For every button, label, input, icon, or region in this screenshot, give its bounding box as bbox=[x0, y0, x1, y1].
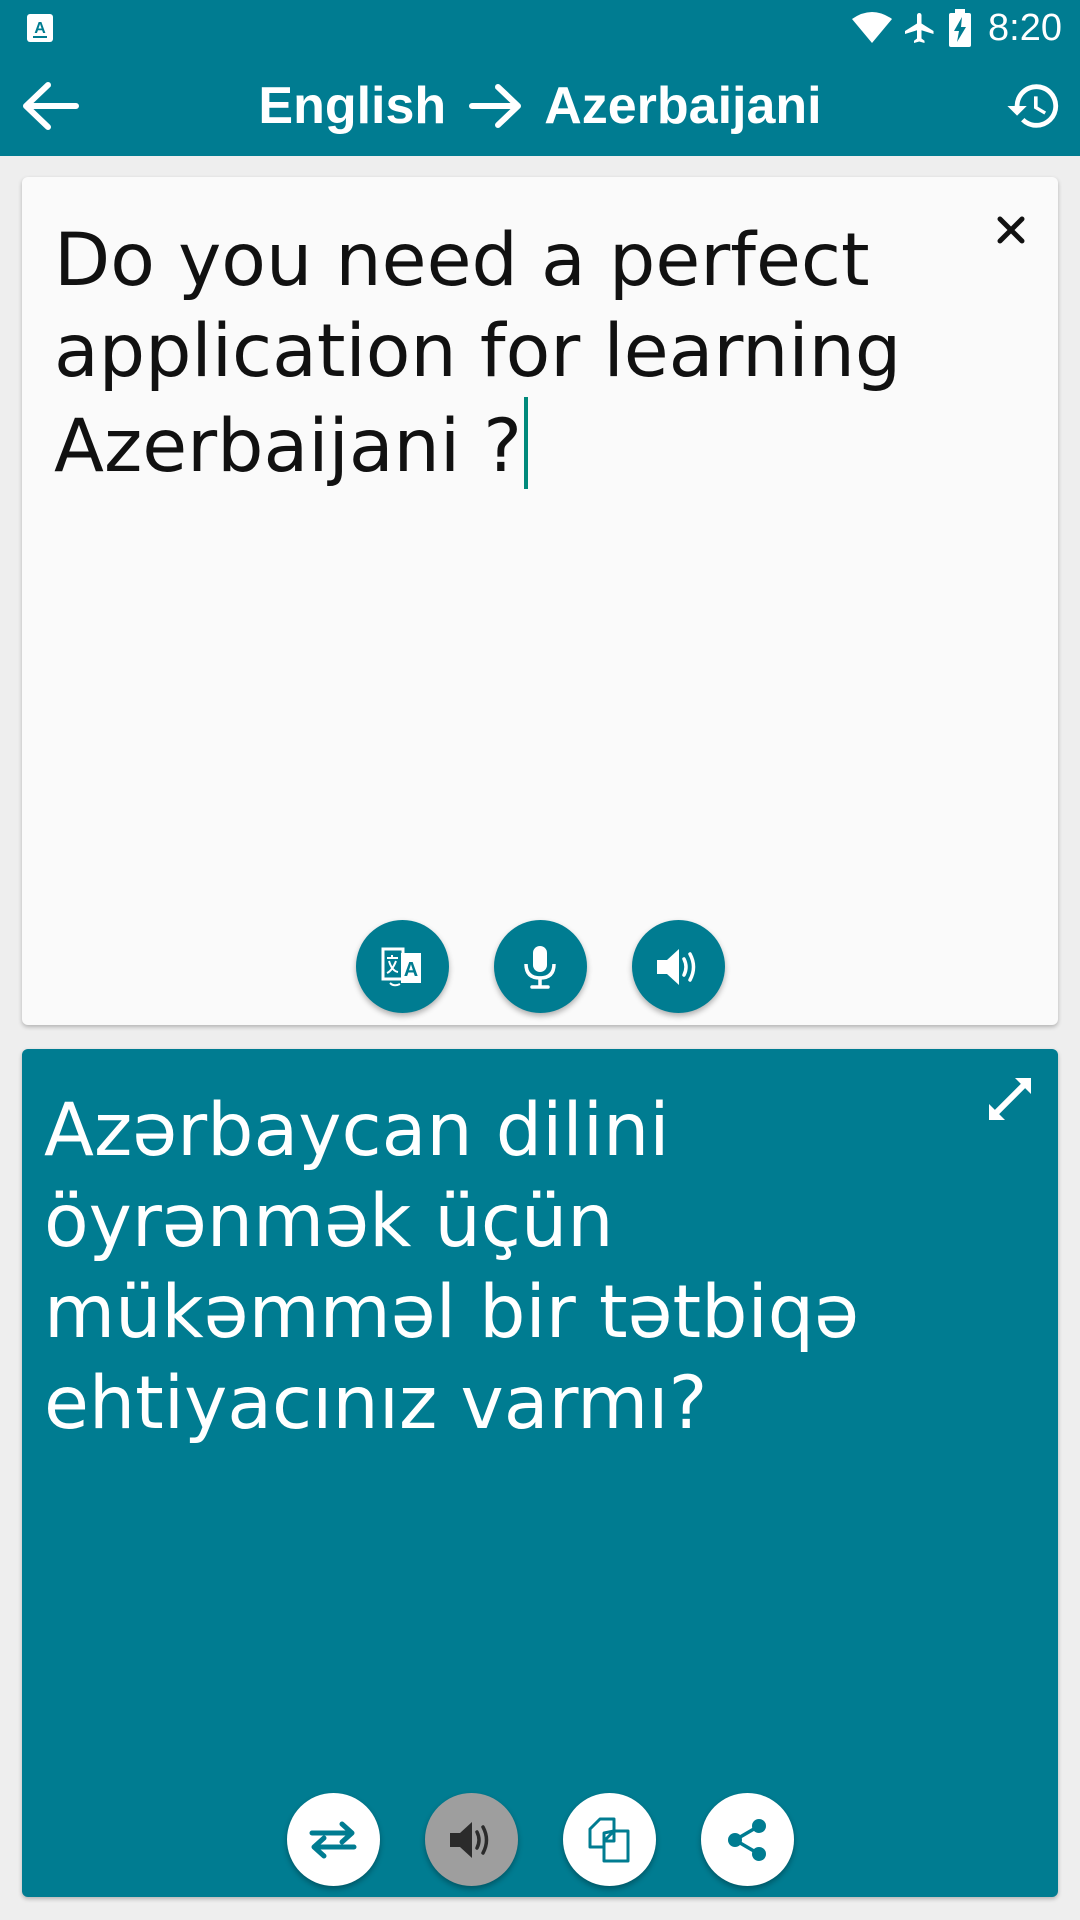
wifi-icon bbox=[852, 12, 893, 43]
fullscreen-button[interactable] bbox=[980, 1069, 1040, 1129]
arrow-right-icon bbox=[469, 84, 522, 128]
speaker-icon bbox=[450, 1821, 489, 1858]
translation-actions bbox=[22, 1793, 1058, 1886]
svg-text:A: A bbox=[404, 959, 418, 981]
screen: A 8:20 English Azerbaijani Do you need a… bbox=[0, 0, 1080, 1920]
status-bar: A 8:20 bbox=[0, 0, 1080, 56]
source-text-input[interactable]: Do you need a perfect application for le… bbox=[54, 215, 994, 492]
source-actions: A bbox=[22, 920, 1058, 1013]
text-cursor bbox=[524, 397, 529, 489]
svg-text:A: A bbox=[34, 20, 46, 37]
status-time: 8:20 bbox=[988, 6, 1062, 49]
swap-languages-button[interactable] bbox=[286, 1793, 380, 1886]
history-icon bbox=[1007, 84, 1059, 128]
app-bar: English Azerbaijani bbox=[0, 56, 1080, 156]
speak-source-button[interactable] bbox=[631, 920, 725, 1013]
airplane-mode-icon bbox=[905, 13, 934, 43]
expand-icon bbox=[989, 1078, 1031, 1120]
share-icon bbox=[728, 1818, 766, 1861]
battery-charging-icon bbox=[949, 9, 972, 47]
close-icon bbox=[997, 216, 1025, 244]
target-language-label[interactable]: Azerbaijani bbox=[544, 76, 821, 136]
speaker-icon bbox=[657, 948, 696, 985]
language-selector: English Azerbaijani bbox=[0, 56, 1080, 156]
copy-button[interactable] bbox=[562, 1793, 656, 1886]
history-button[interactable] bbox=[998, 74, 1070, 138]
swap-icon bbox=[309, 1821, 357, 1858]
translate-button[interactable]: A bbox=[355, 920, 449, 1013]
app-notification-icon: A bbox=[27, 14, 53, 42]
translate-icon: A bbox=[381, 947, 421, 986]
translation-text: Azərbaycan dilini öyrənmək üçün mükəmməl… bbox=[44, 1088, 860, 1446]
microphone-icon bbox=[524, 945, 556, 989]
share-button[interactable] bbox=[700, 1793, 794, 1886]
speak-translation-button[interactable] bbox=[424, 1793, 518, 1886]
translation-panel: Azərbaycan dilini öyrənmək üçün mükəmməl… bbox=[22, 1049, 1058, 1897]
source-panel: Do you need a perfect application for le… bbox=[22, 177, 1058, 1025]
microphone-button[interactable] bbox=[493, 920, 587, 1013]
source-text: Do you need a perfect application for le… bbox=[54, 218, 902, 489]
source-language-label[interactable]: English bbox=[258, 76, 446, 136]
clear-button[interactable] bbox=[984, 203, 1038, 257]
status-icons: 8:20 bbox=[852, 0, 1062, 56]
copy-icon bbox=[588, 1817, 630, 1862]
